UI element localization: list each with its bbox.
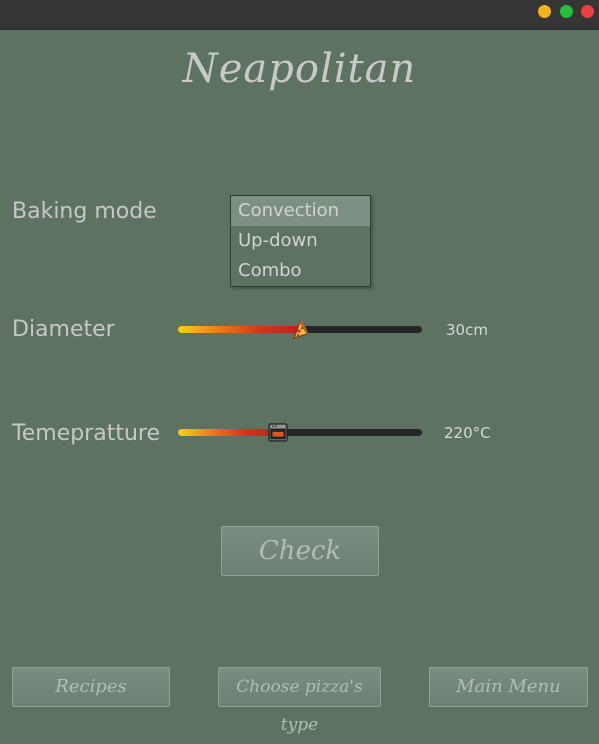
pizza-slice-icon[interactable] <box>290 320 310 340</box>
temperature-value: 220°C <box>444 424 491 442</box>
temperature-slider-fill <box>178 429 278 436</box>
diameter-label: Diameter <box>12 317 115 342</box>
recipes-button[interactable]: Recipes <box>12 667 170 707</box>
baking-mode-list[interactable]: Convection Up-down Combo <box>230 195 371 287</box>
baking-mode-option-combo[interactable]: Combo <box>231 256 370 286</box>
check-button[interactable]: Check <box>221 526 379 576</box>
baking-mode-label: Baking mode <box>12 199 157 224</box>
close-button[interactable] <box>581 5 594 18</box>
page-title: Neapolitan <box>182 46 417 92</box>
baking-mode-option-convection[interactable]: Convection <box>231 196 370 226</box>
baking-mode-option-up-down[interactable]: Up-down <box>231 226 370 256</box>
window-titlebar <box>0 0 599 30</box>
minimize-button[interactable] <box>538 5 551 18</box>
diameter-slider-fill <box>178 326 300 333</box>
oven-icon[interactable] <box>268 423 288 442</box>
maximize-button[interactable] <box>560 5 573 18</box>
temperature-slider[interactable] <box>178 429 422 436</box>
choose-pizza-type-button[interactable]: Choose pizza's type <box>218 667 381 735</box>
temperature-label: Temepratture <box>12 421 160 446</box>
main-menu-button[interactable]: Main Menu <box>429 667 588 707</box>
diameter-value: 30cm <box>446 321 488 339</box>
